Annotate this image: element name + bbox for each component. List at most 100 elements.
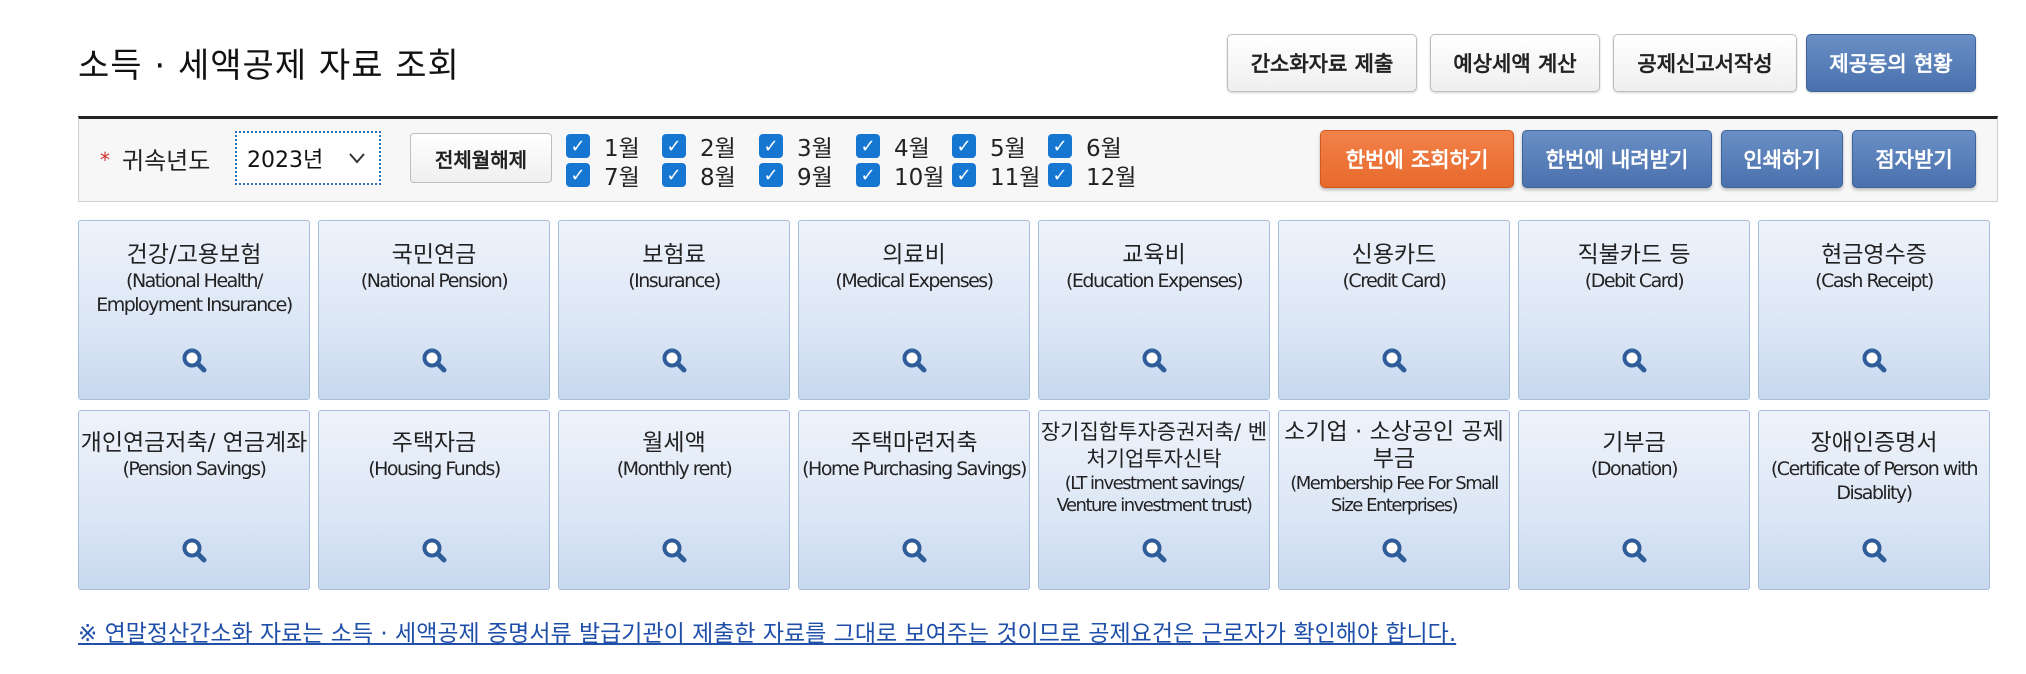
tile-subtitle: (LT investment savings/ Venture investme… (1056, 473, 1253, 516)
tile-housing-funds[interactable]: 주택자금 (Housing Funds) (318, 410, 550, 590)
tile-subtitle: (Monthly rent) (616, 458, 733, 480)
tile-title: 월세액 (642, 430, 706, 456)
checkbox-checked-icon[interactable]: ✓ (662, 163, 686, 187)
magnifier-icon (1862, 348, 1887, 373)
print-button[interactable]: 인쇄하기 (1721, 130, 1843, 188)
tile-subtitle: (Housing Funds) (368, 458, 501, 480)
checkbox-checked-icon[interactable]: ✓ (856, 134, 880, 158)
deduction-notice-link[interactable]: ※ 연말정산간소화 자료는 소득 · 세액공제 증명서류 발급기관이 제출한 자… (78, 614, 1456, 648)
magnifier-icon (1382, 538, 1407, 563)
month-checkbox-2[interactable]: ✓ 2월 (662, 131, 736, 162)
tile-debit-card[interactable]: 직불카드 등 (Debit Card) (1518, 220, 1750, 400)
tile-title: 장기집합투자증권저축/ 벤처기업투자신탁 (1040, 420, 1268, 471)
tile-donation[interactable]: 기부금 (Donation) (1518, 410, 1750, 590)
tile-title: 의료비 (882, 242, 946, 268)
month-checkbox-10[interactable]: ✓ 10월 (856, 160, 945, 191)
tile-medical-expenses[interactable]: 의료비 (Medical Expenses) (798, 220, 1030, 400)
download-all-button[interactable]: 한번에 내려받기 (1522, 130, 1712, 188)
clear-all-months-button[interactable]: 전체월해제 (410, 133, 552, 183)
checkbox-checked-icon[interactable]: ✓ (856, 163, 880, 187)
month-checkbox-11[interactable]: ✓ 11월 (952, 160, 1041, 191)
tile-subtitle: (Donation) (1590, 458, 1679, 480)
tile-home-purchasing-savings[interactable]: 주택마련저축 (Home Purchasing Savings) (798, 410, 1030, 590)
month-checkbox-7[interactable]: ✓ 7월 (566, 160, 640, 191)
tile-subtitle: (National Health/ Employment Insurance) (96, 270, 293, 316)
year-label: 귀속년도 (122, 147, 211, 175)
magnifier-icon (422, 538, 447, 563)
month-label: 10월 (894, 165, 945, 191)
month-checkbox-3[interactable]: ✓ 3월 (759, 131, 833, 162)
magnifier-icon (182, 348, 207, 373)
month-label: 12월 (1086, 165, 1137, 191)
month-label: 7월 (604, 165, 640, 191)
tile-title: 주택자금 (391, 430, 477, 456)
checkbox-checked-icon[interactable]: ✓ (952, 163, 976, 187)
magnifier-icon (1622, 538, 1647, 563)
month-checkbox-4[interactable]: ✓ 4월 (856, 131, 930, 162)
query-all-button[interactable]: 한번에 조회하기 (1320, 130, 1514, 188)
month-checkbox-6[interactable]: ✓ 6월 (1048, 131, 1122, 162)
tile-subtitle: (Certificate of Person with Disablity) (1770, 458, 1979, 504)
submit-simplified-data-button[interactable]: 간소화자료 제출 (1227, 34, 1417, 92)
checkbox-checked-icon[interactable]: ✓ (566, 134, 590, 158)
tile-lt-investment-savings[interactable]: 장기집합투자증권저축/ 벤처기업투자신탁 (LT investment savi… (1038, 410, 1270, 590)
month-label: 11월 (990, 165, 1041, 191)
tile-health-employment-insurance[interactable]: 건강/고용보험 (National Health/ Employment Ins… (78, 220, 310, 400)
consent-status-button[interactable]: 제공동의 현황 (1806, 34, 1976, 92)
tile-title: 기부금 (1602, 430, 1666, 456)
tile-monthly-rent[interactable]: 월세액 (Monthly rent) (558, 410, 790, 590)
tile-subtitle: (Membership Fee For Small Size Enterpris… (1290, 473, 1499, 516)
tile-credit-card[interactable]: 신용카드 (Credit Card) (1278, 220, 1510, 400)
magnifier-icon (1862, 538, 1887, 563)
month-checkbox-8[interactable]: ✓ 8월 (662, 160, 736, 191)
magnifier-icon (902, 538, 927, 563)
month-checkbox-5[interactable]: ✓ 5월 (952, 131, 1026, 162)
tile-subtitle: (Home Purchasing Savings) (802, 458, 1027, 480)
tile-title: 개인연금저축/ 연금계좌 (80, 430, 308, 456)
page-title: 소득 · 세액공제 자료 조회 (78, 46, 460, 86)
braille-button[interactable]: 점자받기 (1852, 130, 1976, 188)
tile-cash-receipt[interactable]: 현금영수증 (Cash Receipt) (1758, 220, 1990, 400)
tile-title: 장애인증명서 (1810, 430, 1938, 456)
magnifier-icon (902, 348, 927, 373)
chevron-down-icon (347, 147, 367, 174)
checkbox-checked-icon[interactable]: ✓ (662, 134, 686, 158)
tile-small-business-mutual-aid[interactable]: 소기업 · 소상공인 공제부금 (Membership Fee For Smal… (1278, 410, 1510, 590)
checkbox-checked-icon[interactable]: ✓ (952, 134, 976, 158)
tile-subtitle: (National Pension) (360, 270, 509, 292)
tile-education-expenses[interactable]: 교육비 (Education Expenses) (1038, 220, 1270, 400)
year-select[interactable]: 2023년 (235, 131, 381, 185)
checkbox-checked-icon[interactable]: ✓ (1048, 163, 1072, 187)
required-mark: * (100, 148, 110, 172)
tile-subtitle: (Medical Expenses) (835, 270, 994, 292)
tile-national-pension[interactable]: 국민연금 (National Pension) (318, 220, 550, 400)
tile-subtitle: (Cash Receipt) (1815, 270, 1934, 292)
tile-subtitle: (Credit Card) (1342, 270, 1447, 292)
magnifier-icon (1622, 348, 1647, 373)
checkbox-checked-icon[interactable]: ✓ (759, 134, 783, 158)
tile-title: 직불카드 등 (1577, 242, 1691, 268)
tile-subtitle: (Pension Savings) (122, 458, 267, 480)
magnifier-icon (662, 538, 687, 563)
year-select-value: 2023년 (247, 148, 324, 173)
tile-subtitle: (Insurance) (628, 270, 721, 292)
checkbox-checked-icon[interactable]: ✓ (566, 163, 590, 187)
estimate-tax-button[interactable]: 예상세액 계산 (1430, 34, 1600, 92)
month-label: 8월 (700, 165, 736, 191)
tile-title: 신용카드 (1351, 242, 1437, 268)
tile-title: 현금영수증 (1821, 242, 1927, 268)
tile-disability-certificate[interactable]: 장애인증명서 (Certificate of Person with Disab… (1758, 410, 1990, 590)
tile-title: 국민연금 (391, 242, 477, 268)
tile-pension-savings[interactable]: 개인연금저축/ 연금계좌 (Pension Savings) (78, 410, 310, 590)
tile-subtitle: (Education Expenses) (1066, 270, 1244, 292)
deduction-report-button[interactable]: 공제신고서작성 (1613, 34, 1797, 92)
tile-title: 건강/고용보험 (126, 242, 262, 268)
tile-insurance[interactable]: 보험료 (Insurance) (558, 220, 790, 400)
magnifier-icon (182, 538, 207, 563)
month-checkbox-9[interactable]: ✓ 9월 (759, 160, 833, 191)
magnifier-icon (422, 348, 447, 373)
month-checkbox-12[interactable]: ✓ 12월 (1048, 160, 1137, 191)
checkbox-checked-icon[interactable]: ✓ (759, 163, 783, 187)
month-checkbox-1[interactable]: ✓ 1월 (566, 131, 640, 162)
checkbox-checked-icon[interactable]: ✓ (1048, 134, 1072, 158)
